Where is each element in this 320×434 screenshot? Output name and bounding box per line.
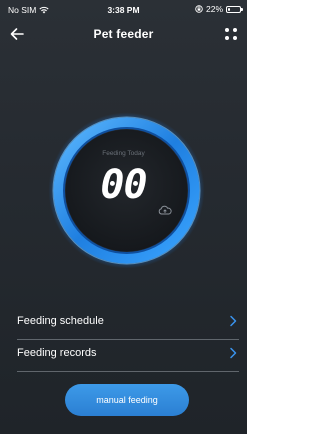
feeding-count: 00 — [100, 162, 147, 208]
feeding-schedule-label: Feeding schedule — [17, 315, 104, 327]
feeding-records-label: Feeding records — [17, 347, 97, 359]
status-right: 22% — [195, 4, 243, 14]
pet-feeder-screen: No SIM 3:38 PM 22% Pet feeder Feeding To… — [0, 0, 247, 434]
feeding-today-label: Feeding Today — [102, 150, 145, 157]
feeding-schedule-row[interactable]: Feeding schedule — [17, 307, 239, 339]
battery-fill — [228, 7, 230, 11]
chevron-right-icon — [230, 347, 237, 359]
manual-feeding-button[interactable]: manual feeding — [65, 384, 189, 416]
status-bar: No SIM 3:38 PM 22% — [0, 0, 247, 20]
cloud-icon — [158, 205, 172, 215]
nav-bar: Pet feeder — [0, 20, 247, 48]
page-title: Pet feeder — [93, 27, 154, 41]
battery-percent: 22% — [205, 4, 223, 14]
orientation-lock-icon — [195, 5, 203, 13]
feeding-records-row[interactable]: Feeding records — [17, 339, 239, 371]
grid-dots-icon[interactable] — [223, 26, 239, 42]
chevron-right-icon — [230, 315, 237, 327]
battery-icon — [226, 5, 243, 13]
divider — [17, 371, 239, 372]
